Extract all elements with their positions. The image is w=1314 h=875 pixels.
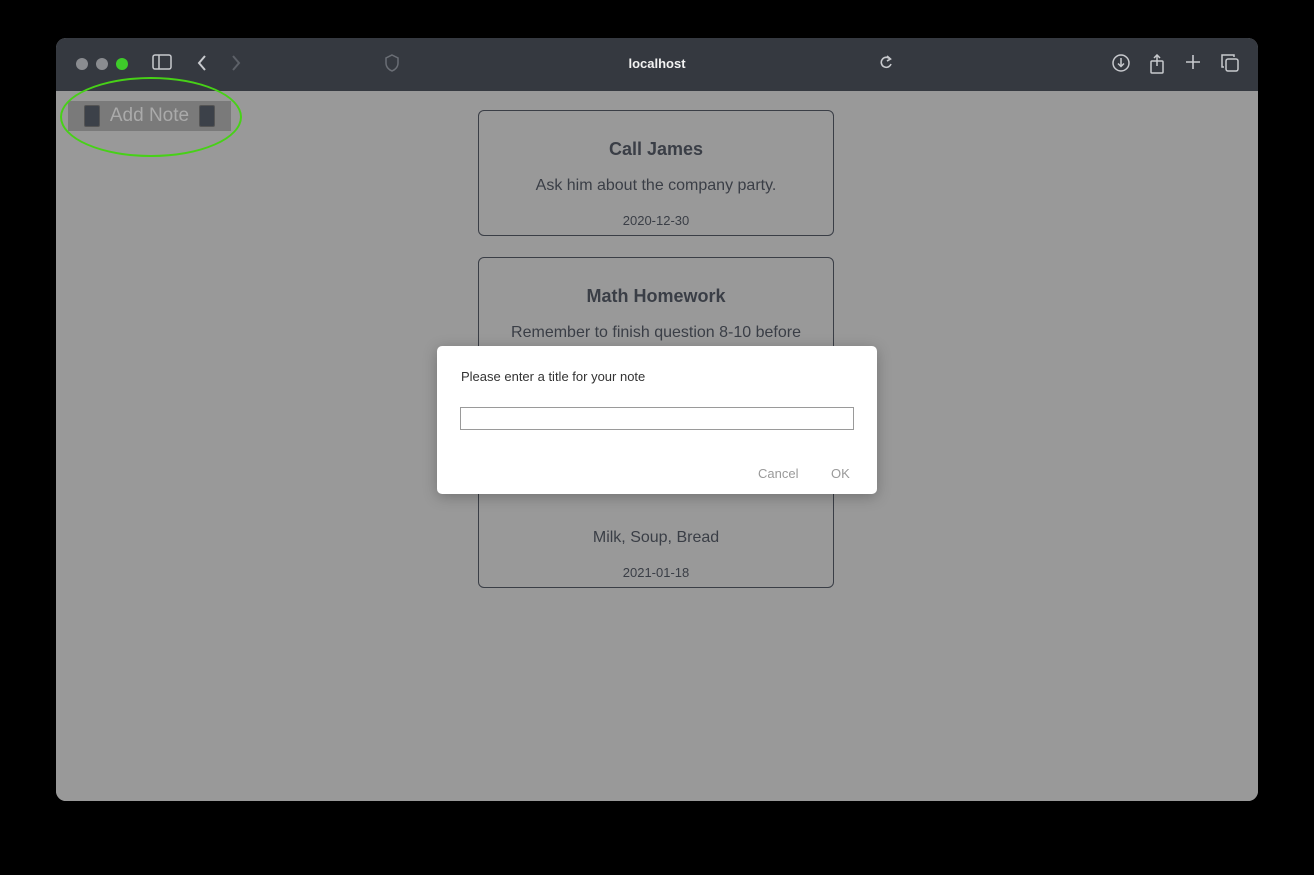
address-bar[interactable]: localhost: [56, 56, 1258, 71]
new-tab-icon[interactable]: [1185, 54, 1201, 74]
note-date: 2021-01-18: [622, 565, 690, 580]
note-card[interactable]: Call James Ask him about the company par…: [478, 110, 834, 236]
downloads-icon[interactable]: [1112, 54, 1130, 76]
note-body: Milk, Soup, Bread: [592, 529, 720, 546]
prompt-dialog: Please enter a title for your note Cance…: [437, 346, 877, 494]
page-content: Add Note Call James Ask him about the co…: [56, 77, 1258, 801]
note-title: Math Homework: [586, 286, 726, 306]
tab-overview-icon[interactable]: [1221, 54, 1239, 76]
highlight-circle: [60, 77, 242, 157]
browser-toolbar: localhost: [56, 38, 1258, 91]
ok-button[interactable]: OK: [831, 466, 850, 481]
browser-window: localhost Add Note Call James Ask him ab…: [56, 38, 1258, 801]
note-body: Ask him about the company party.: [535, 177, 777, 194]
note-title: Call James: [608, 139, 704, 159]
reload-icon[interactable]: [879, 54, 893, 74]
note-date: 2020-12-30: [622, 213, 690, 228]
note-title-input[interactable]: [460, 407, 854, 430]
share-icon[interactable]: [1149, 53, 1165, 78]
dialog-message: Please enter a title for your note: [461, 369, 646, 384]
note-body: Remember to finish question 8-10 before: [511, 324, 801, 341]
cancel-button[interactable]: Cancel: [758, 466, 798, 481]
